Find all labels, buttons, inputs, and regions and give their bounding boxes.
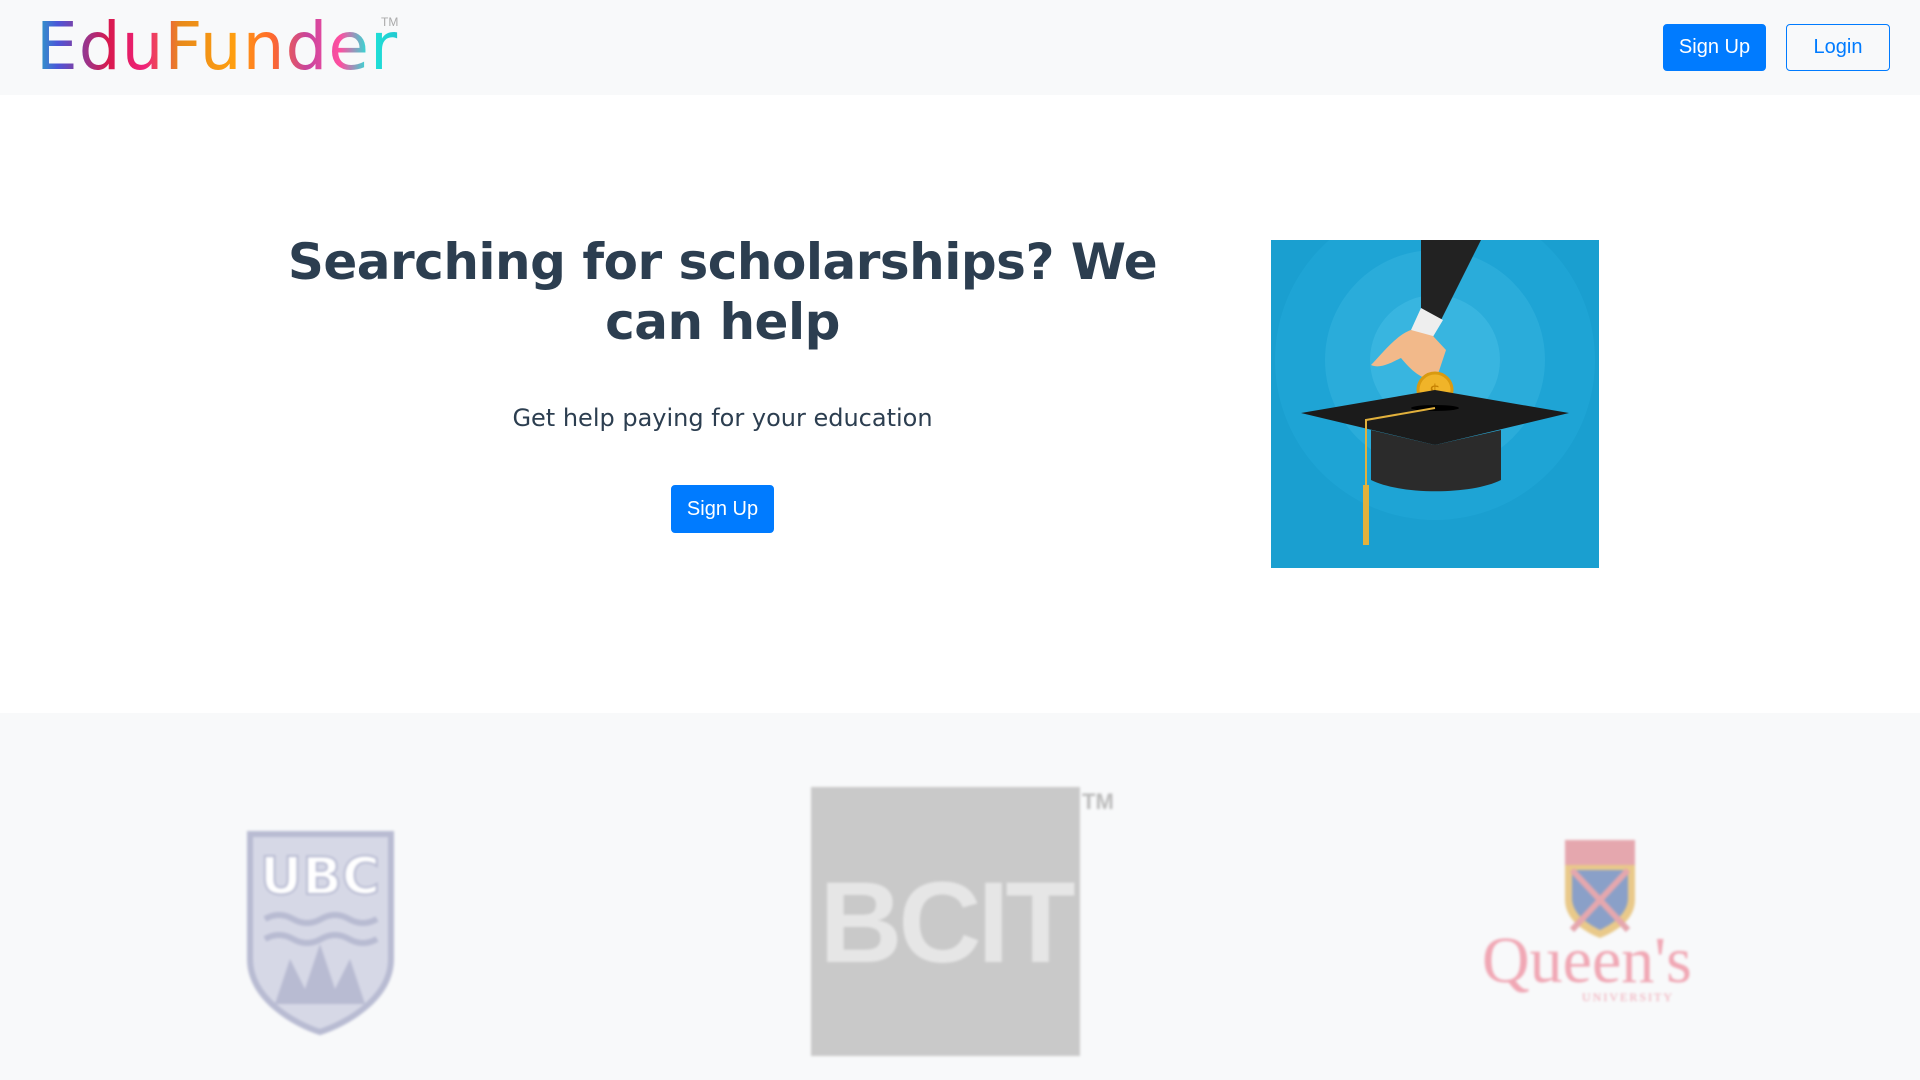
hero-signup-button[interactable]: Sign Up [671, 485, 774, 533]
partner-logos-section: UBC BCIT TM Queen's UNIVERSITY [0, 713, 1920, 1080]
queens-logo-subtext: UNIVERSITY [1582, 990, 1674, 1004]
hero-heading: Searching for scholarships? We can help [287, 233, 1158, 351]
graduation-cap-illustration: $ [1271, 240, 1599, 568]
hero-subheading: Get help paying for your education [512, 404, 933, 432]
bcit-trademark: TM [1082, 789, 1114, 814]
ubc-logo: UBC [247, 831, 394, 1035]
brand-logo[interactable]: EduFunder [36, 8, 398, 85]
brand-trademark: TM [381, 15, 399, 29]
queens-logo: Queen's UNIVERSITY [1482, 840, 1722, 1010]
ubc-logo-text: UBC [260, 847, 380, 907]
bcit-logo: BCIT [811, 787, 1080, 1056]
navbar: EduFunder TM Sign Up Login [0, 0, 1920, 95]
bcit-logo-text: BCIT [819, 859, 1075, 987]
queens-logo-text: Queen's [1482, 924, 1692, 997]
nav-login-button[interactable]: Login [1786, 24, 1890, 71]
nav-signup-button[interactable]: Sign Up [1663, 24, 1766, 71]
